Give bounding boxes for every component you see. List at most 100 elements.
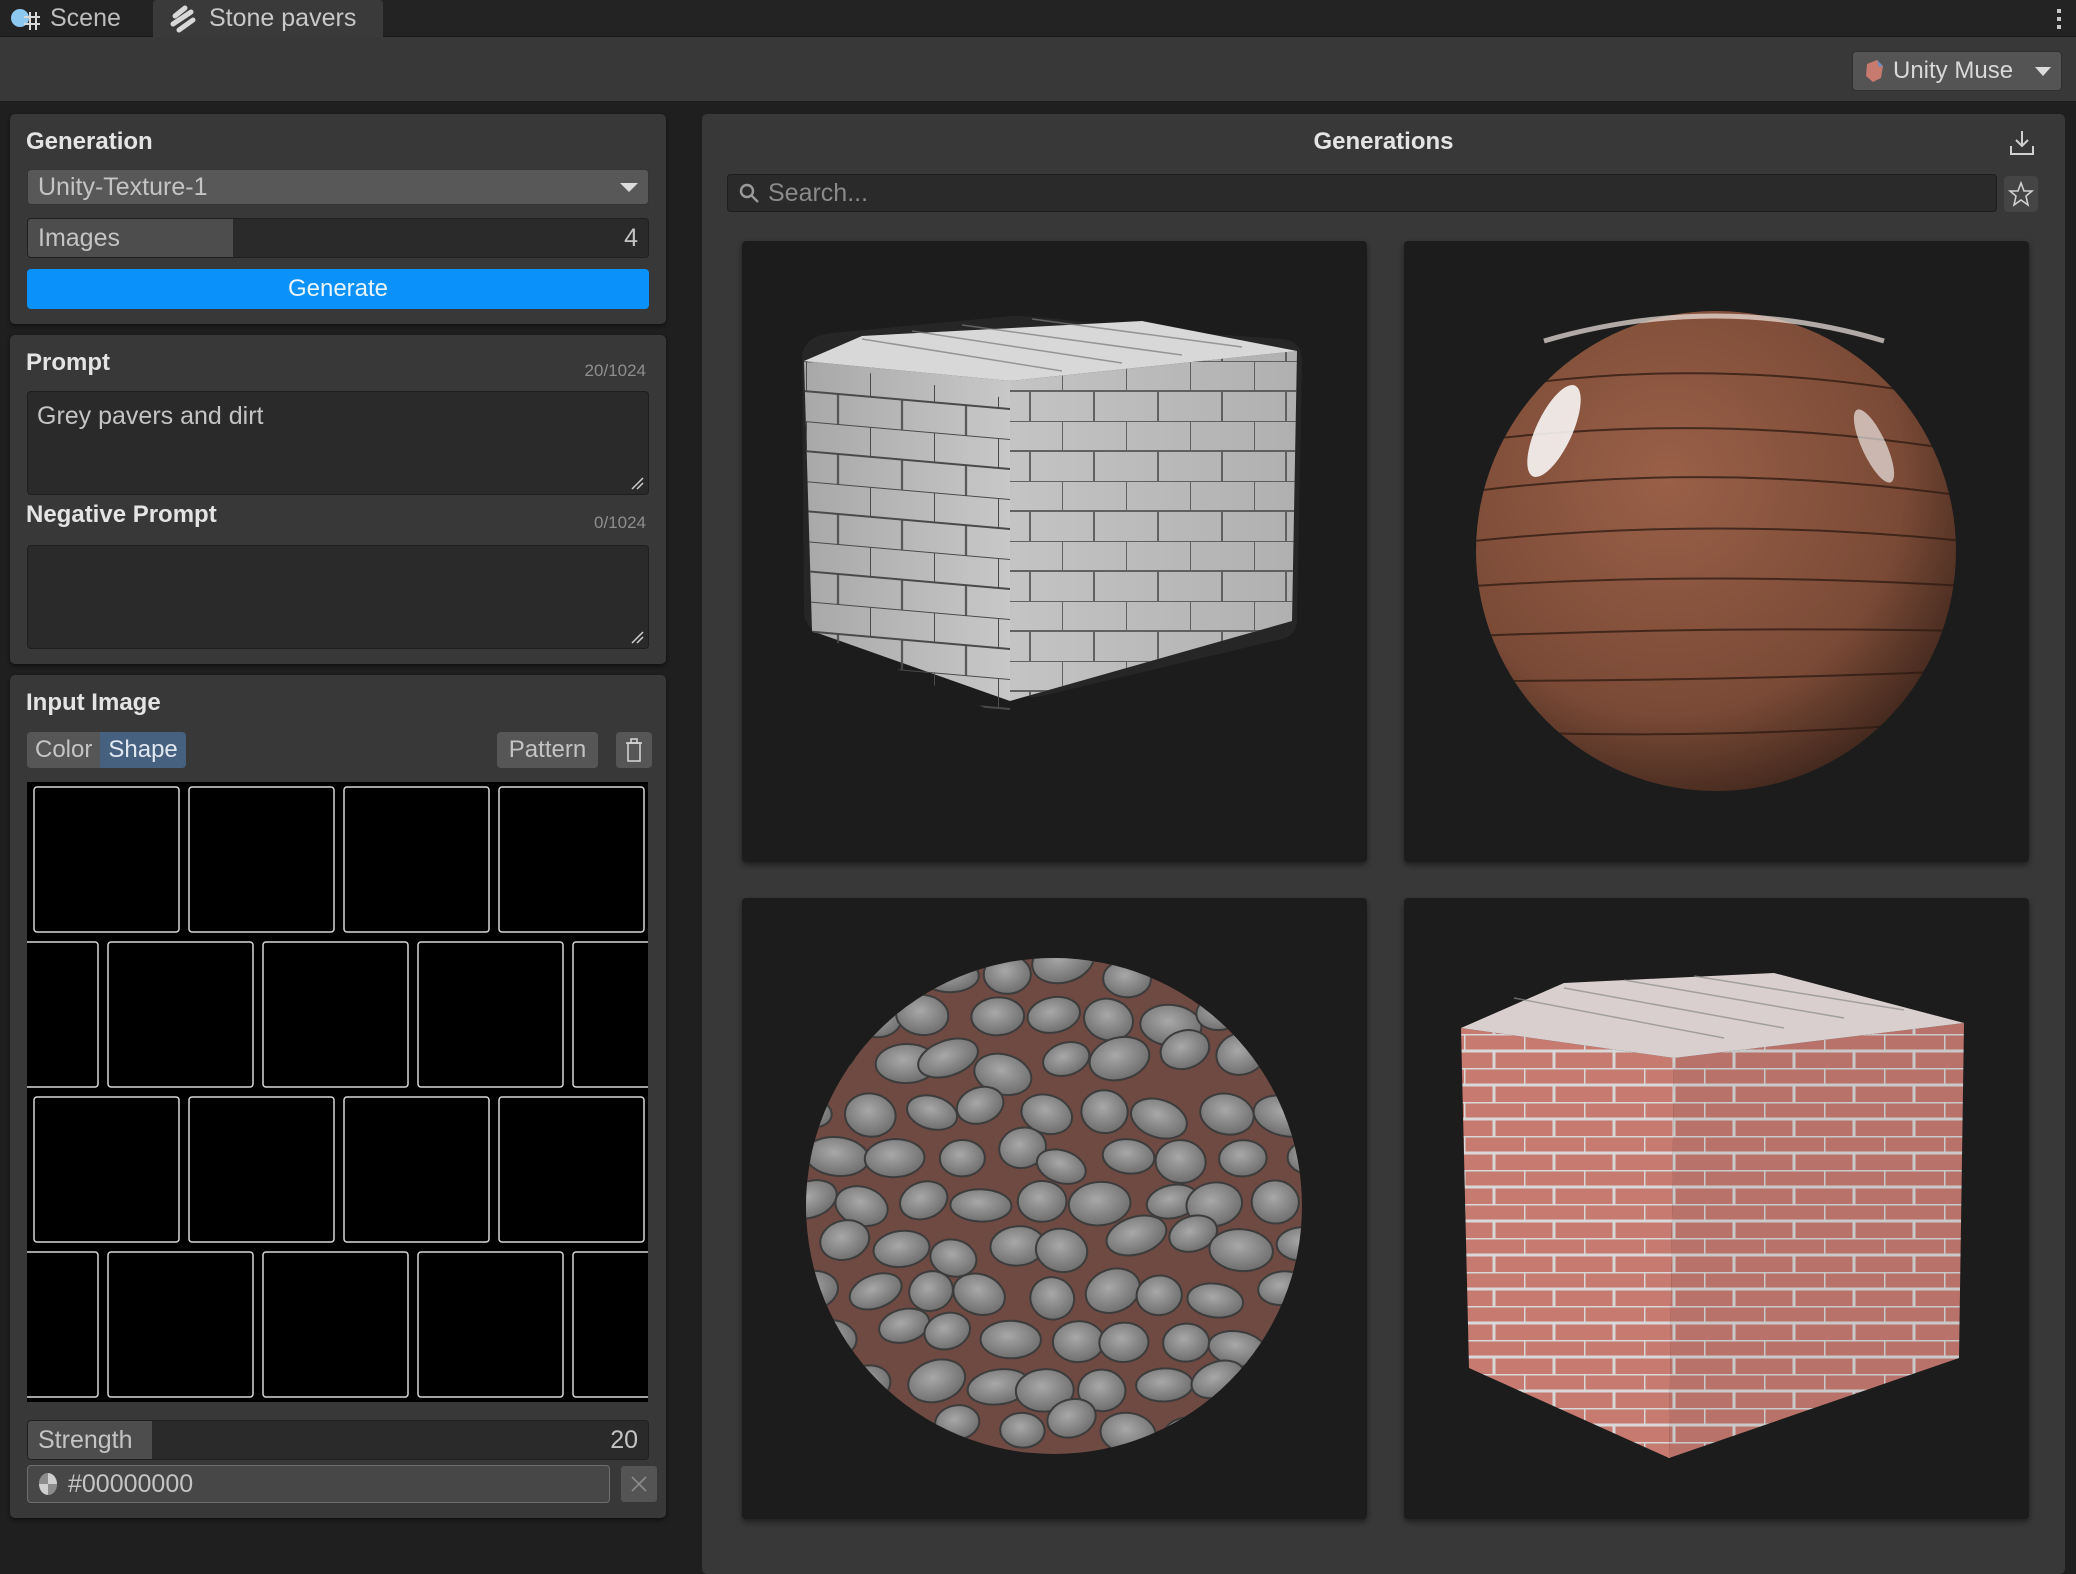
chevron-down-icon: [620, 182, 638, 192]
generation-card[interactable]: [1404, 241, 2029, 862]
cobblestone: [979, 1319, 1042, 1360]
generation-card[interactable]: [742, 898, 1367, 1519]
images-value[interactable]: 4: [624, 224, 638, 253]
wood-sphere-preview: [1476, 311, 1956, 791]
cobblestone: [938, 1138, 986, 1178]
cobblestone: [806, 1318, 858, 1360]
cobblestone: [1051, 1320, 1106, 1364]
pattern-button[interactable]: Pattern: [497, 732, 598, 768]
cobblestone: [920, 958, 980, 994]
paver-outline: [343, 1096, 490, 1243]
prompt-input[interactable]: Grey pavers and dirt: [27, 391, 649, 495]
generate-button[interactable]: Generate: [27, 269, 649, 309]
negative-prompt-title: Negative Prompt: [26, 501, 217, 528]
paver-outline: [498, 1096, 645, 1243]
tab-stone-pavers[interactable]: Stone pavers: [153, 0, 383, 37]
tab-bar: Scene Stone pavers: [0, 0, 2076, 37]
prompt-char-counter: 20/1024: [584, 361, 646, 380]
color-swatch-icon: [39, 1473, 57, 1495]
red-brick-cube-preview: [1461, 973, 1964, 1458]
paver-outline: [33, 1096, 180, 1243]
paver-outline-pattern: [0, 786, 800, 1398]
paver-outline: [262, 1251, 409, 1398]
mode-color-button[interactable]: Color: [27, 732, 101, 768]
mode-shape-button[interactable]: Shape: [100, 732, 186, 768]
model-value: Unity-Texture-1: [38, 172, 208, 201]
resize-handle-icon[interactable]: [630, 476, 644, 490]
strength-label: Strength: [38, 1426, 133, 1454]
prompt-title: Prompt: [26, 349, 110, 376]
prompt-text: Grey pavers and dirt: [37, 402, 264, 430]
paver-outline: [33, 786, 180, 933]
input-shape-image[interactable]: [0, 782, 800, 1402]
cobblestone: [1244, 1003, 1302, 1044]
paver-outline: [107, 1251, 254, 1398]
clear-color-button[interactable]: [621, 1466, 657, 1502]
strength-value[interactable]: 20: [610, 1426, 638, 1455]
paver-outline: [188, 786, 335, 933]
section-title: Generation: [26, 128, 153, 155]
input-image-section: Input Image Color Shape Pattern Strength…: [0, 675, 800, 1518]
grey-paver-cube-preview: [802, 315, 1302, 720]
cobblestone: [1275, 958, 1302, 988]
favorites-filter-button[interactable]: [2004, 176, 2038, 212]
images-label: Images: [38, 224, 120, 252]
tab-label: Scene: [50, 4, 121, 32]
images-count-slider[interactable]: Images 4: [27, 218, 649, 258]
paver-outline: [417, 1251, 564, 1398]
unity-muse-dropdown[interactable]: Unity Muse: [1852, 51, 2062, 91]
cobblestone: [1165, 958, 1215, 993]
texture-asset-icon: [170, 5, 196, 32]
input-image-title: Input Image: [26, 689, 161, 716]
unity-muse-icon: [1866, 60, 1883, 82]
prompt-section: Prompt 20/1024 Grey pavers and dirt Nega…: [10, 335, 666, 664]
model-dropdown[interactable]: Unity-Texture-1: [27, 169, 649, 205]
negative-prompt-input[interactable]: [27, 545, 649, 649]
paver-outline: [572, 1251, 719, 1398]
resize-handle-icon[interactable]: [630, 630, 644, 644]
cobblestone: [1016, 1180, 1068, 1223]
download-icon[interactable]: [2007, 128, 2037, 158]
cobblestone: [1272, 1405, 1302, 1452]
paver-outline: [498, 786, 645, 933]
generation-section: Generation Unity-Texture-1 Images 4 Gene…: [10, 114, 666, 324]
cobblestone-sphere-preview: [806, 958, 1302, 1454]
cobblestone: [999, 1411, 1046, 1449]
negative-prompt-char-counter: 0/1024: [594, 513, 646, 532]
cobblestone: [806, 996, 848, 1038]
star-icon: [2008, 181, 2034, 207]
cobblestone: [806, 1359, 838, 1403]
cobblestone: [1266, 1040, 1302, 1076]
cobblestone: [1275, 1226, 1302, 1263]
generations-panel: Generations Search...: [702, 114, 2065, 1574]
toolbar: Unity Muse: [0, 37, 2076, 102]
cobblestone: [1286, 1139, 1302, 1176]
cobblestone: [949, 1188, 1013, 1223]
paver-outline: [0, 941, 99, 1088]
color-field[interactable]: #00000000: [27, 1465, 610, 1503]
unity-muse-label: Unity Muse: [1893, 57, 2014, 84]
input-mode-toggle: Color Shape: [27, 732, 186, 768]
paver-outline: [343, 786, 490, 933]
paver-outline: [262, 941, 409, 1088]
strength-slider[interactable]: Strength 20: [27, 1420, 649, 1460]
generations-title: Generations: [1313, 128, 1454, 155]
delete-image-button[interactable]: [616, 732, 652, 768]
trash-icon: [626, 738, 642, 762]
paver-outline: [0, 1251, 99, 1398]
tab-scene[interactable]: Scene: [4, 0, 152, 37]
cobblestone: [814, 958, 863, 991]
search-input[interactable]: Search...: [727, 174, 1997, 212]
cobblestone: [1102, 959, 1152, 999]
paver-outline: [107, 941, 254, 1088]
search-icon: [739, 183, 759, 203]
color-value: #00000000: [68, 1469, 194, 1498]
generation-card[interactable]: [742, 241, 1367, 862]
paver-outline: [417, 941, 564, 1088]
cobblestone: [864, 958, 929, 988]
cobblestone: [864, 1414, 911, 1454]
more-options-icon[interactable]: [2056, 8, 2062, 30]
generation-card[interactable]: [1404, 898, 2029, 1519]
cobblestone: [1208, 1413, 1261, 1454]
tab-label: Stone pavers: [209, 4, 357, 32]
